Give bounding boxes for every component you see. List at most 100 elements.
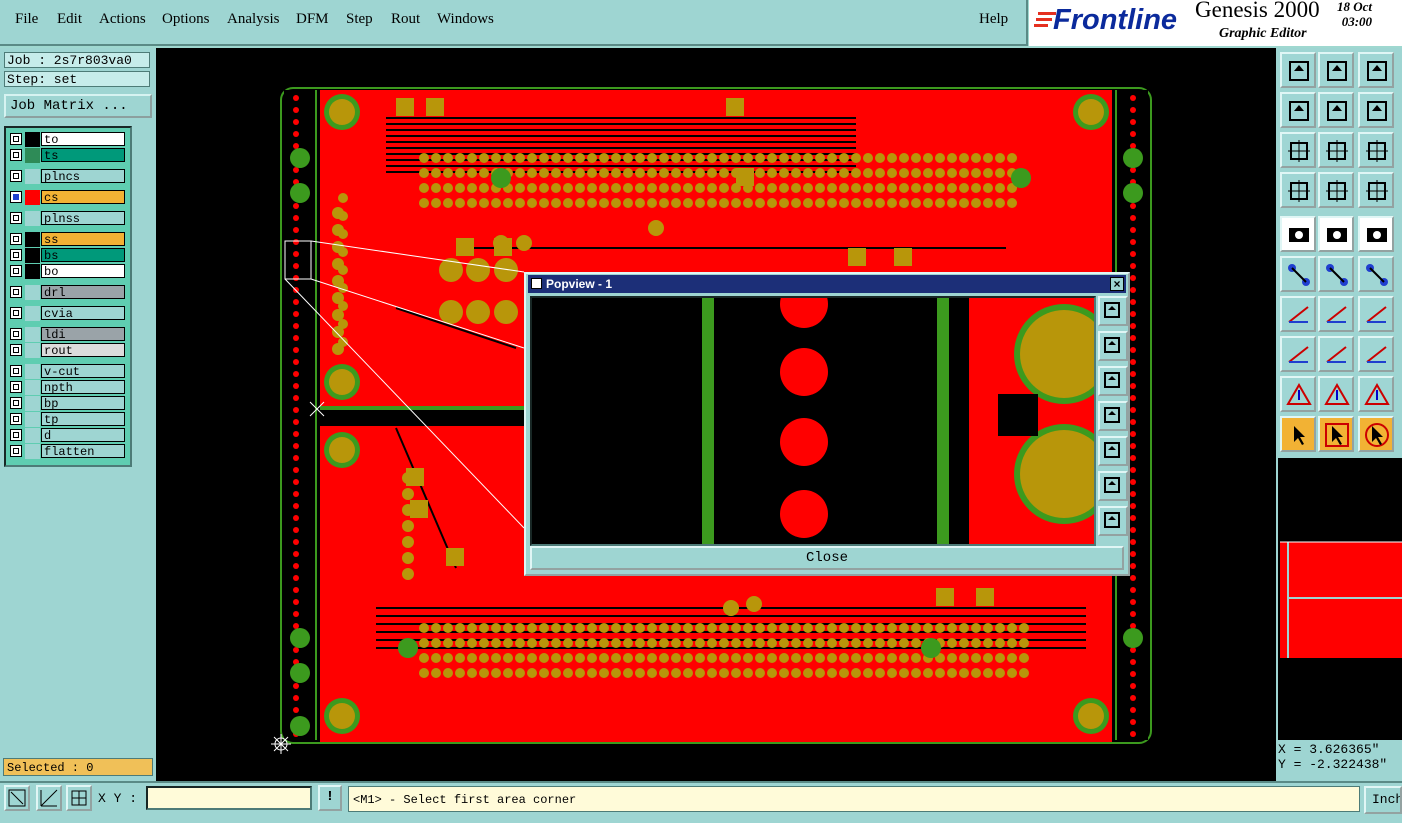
split-line-button[interactable] — [1318, 336, 1354, 372]
layer-name[interactable]: cs — [41, 190, 125, 205]
overview-map[interactable] — [1278, 458, 1402, 740]
layer-color-swatch[interactable] — [25, 285, 40, 300]
layer-colors-button[interactable] — [1358, 172, 1394, 208]
layer-name[interactable]: plnss — [41, 211, 125, 226]
line-draw-button[interactable] — [1318, 296, 1354, 332]
layer-row-rout[interactable]: rout — [8, 343, 126, 358]
triangle-a-button[interactable] — [1280, 376, 1316, 412]
net-select-button[interactable] — [1280, 336, 1316, 372]
angle-button[interactable] — [1280, 296, 1316, 332]
layer-color-swatch[interactable] — [25, 211, 40, 226]
layer-row-bp[interactable]: bp — [8, 396, 126, 411]
layer-name[interactable]: bs — [41, 248, 125, 263]
select-arrow-button[interactable] — [1280, 416, 1316, 452]
menu-dfm[interactable]: DFM — [296, 11, 329, 28]
layer-checkbox[interactable] — [10, 381, 22, 393]
layer-checkbox[interactable] — [10, 149, 22, 161]
layer-color-swatch[interactable] — [25, 248, 40, 263]
zoom-fit-button[interactable] — [1280, 132, 1316, 168]
layer-color-swatch[interactable] — [25, 428, 40, 443]
zoom-area-button[interactable] — [4, 785, 30, 811]
layer-name[interactable]: tp — [41, 412, 125, 427]
layer-name[interactable]: rout — [41, 343, 125, 358]
layer-checkbox[interactable] — [10, 328, 22, 340]
layer-row-d[interactable]: d — [8, 428, 126, 443]
popview-zoom-fit-button[interactable] — [1098, 471, 1128, 501]
tool-settings-button[interactable] — [1280, 172, 1316, 208]
layer-color-swatch[interactable] — [25, 327, 40, 342]
layer-color-swatch[interactable] — [25, 412, 40, 427]
layer-checkbox[interactable] — [10, 397, 22, 409]
close-button[interactable]: Close — [530, 546, 1124, 570]
layer-checkbox[interactable] — [10, 307, 22, 319]
job-matrix-button[interactable]: Job Matrix ... — [4, 94, 152, 118]
layer-row-bo[interactable]: bo — [8, 264, 126, 279]
move-down-button[interactable] — [1318, 52, 1354, 88]
rotate-button[interactable] — [1358, 296, 1394, 332]
layer-row-to[interactable]: to — [8, 132, 126, 147]
move-left-button[interactable] — [1280, 92, 1316, 128]
zoom-center-button[interactable] — [1318, 132, 1354, 168]
layer-color-swatch[interactable] — [25, 306, 40, 321]
layer-row-ts[interactable]: ts — [8, 148, 126, 163]
layer-row-ss[interactable]: ss — [8, 232, 126, 247]
layer-color-swatch[interactable] — [25, 364, 40, 379]
layer-color-swatch[interactable] — [25, 380, 40, 395]
layer-row-drl[interactable]: drl — [8, 285, 126, 300]
menu-rout[interactable]: Rout — [391, 11, 420, 28]
probe-button[interactable] — [1318, 172, 1354, 208]
snap-button[interactable] — [66, 785, 92, 811]
layer-checkbox[interactable] — [10, 133, 22, 145]
menu-step[interactable]: Step — [346, 11, 373, 28]
menu-edit[interactable]: Edit — [57, 11, 82, 28]
delete-cross-button[interactable] — [1318, 256, 1354, 292]
measure-button[interactable] — [36, 785, 62, 811]
popview-center-button[interactable] — [1098, 506, 1128, 536]
layer-checkbox[interactable] — [10, 191, 22, 203]
move-right-button[interactable] — [1318, 92, 1354, 128]
exclaim-button[interactable]: ! — [318, 785, 342, 811]
layer-checkbox[interactable] — [10, 233, 22, 245]
popview-pan-up-button[interactable] — [1098, 331, 1128, 361]
layer-row-cvia[interactable]: cvia — [8, 306, 126, 321]
close-icon[interactable]: × — [1110, 277, 1124, 291]
layer-row-v-cut[interactable]: v-cut — [8, 364, 126, 379]
home-button[interactable] — [1358, 52, 1394, 88]
layer-name[interactable]: bp — [41, 396, 125, 411]
layer-checkbox[interactable] — [10, 249, 22, 261]
layer-color-swatch[interactable] — [25, 148, 40, 163]
layer-color-swatch[interactable] — [25, 264, 40, 279]
select-circle-arrow-button[interactable] — [1358, 416, 1394, 452]
popview-canvas[interactable] — [530, 296, 1096, 546]
layer-row-cs[interactable]: cs — [8, 190, 126, 205]
layer-row-plncs[interactable]: plncs — [8, 169, 126, 184]
layer-row-flatten[interactable]: flatten — [8, 444, 126, 459]
layer-color-swatch[interactable] — [25, 190, 40, 205]
add-pad-button[interactable] — [1280, 216, 1316, 252]
layer-checkbox[interactable] — [10, 429, 22, 441]
menu-help[interactable]: Help — [979, 11, 1008, 28]
layer-name[interactable]: d — [41, 428, 125, 443]
layer-row-npth[interactable]: npth — [8, 380, 126, 395]
layer-checkbox[interactable] — [10, 265, 22, 277]
move-point-button[interactable] — [1358, 256, 1394, 292]
layer-name[interactable]: v-cut — [41, 364, 125, 379]
layer-checkbox[interactable] — [10, 286, 22, 298]
edit-shape-button[interactable] — [1318, 216, 1354, 252]
layer-checkbox[interactable] — [10, 413, 22, 425]
move-up-button[interactable] — [1280, 52, 1316, 88]
layer-checkbox[interactable] — [10, 344, 22, 356]
layer-color-swatch[interactable] — [25, 444, 40, 459]
layer-row-bs[interactable]: bs — [8, 248, 126, 263]
menu-analysis[interactable]: Analysis — [227, 11, 280, 28]
layer-checkbox[interactable] — [10, 445, 22, 457]
layer-color-swatch[interactable] — [25, 232, 40, 247]
scale-1-2-button[interactable] — [1358, 132, 1394, 168]
layer-checkbox[interactable] — [10, 170, 22, 182]
layer-color-swatch[interactable] — [25, 132, 40, 147]
triangle-b-button[interactable] — [1318, 376, 1354, 412]
triangle-c-button[interactable] — [1358, 376, 1394, 412]
layer-row-plnss[interactable]: plnss — [8, 211, 126, 226]
snap-center-button[interactable] — [1358, 336, 1394, 372]
layer-checkbox[interactable] — [10, 365, 22, 377]
